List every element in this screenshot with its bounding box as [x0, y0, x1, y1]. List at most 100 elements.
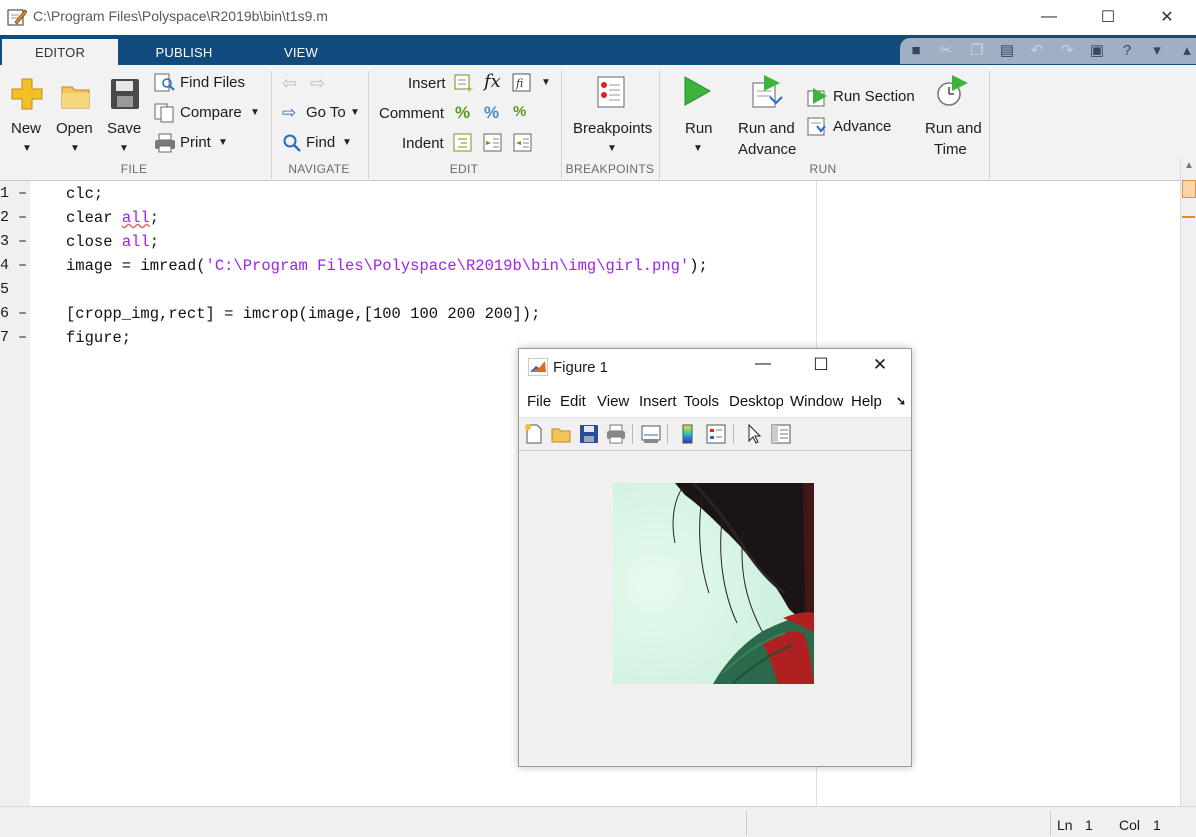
cropped-image[interactable]: [613, 483, 814, 684]
tab-publish[interactable]: PUBLISH: [135, 39, 233, 65]
menu-view[interactable]: View: [597, 393, 629, 410]
executable-line-marker[interactable]: –: [18, 233, 27, 250]
print-figure-icon[interactable]: [605, 423, 627, 445]
run-button[interactable]: Run ▼: [672, 71, 722, 154]
run-label: Run: [685, 120, 713, 137]
figure-title-bar[interactable]: Figure 1 — ☐ ✕: [519, 349, 911, 385]
print-button[interactable]: Print ▼: [154, 133, 234, 155]
insert-function-icon[interactable]: fx: [484, 71, 501, 92]
editor-app-icon: [7, 9, 27, 26]
executable-line-marker[interactable]: –: [18, 329, 27, 346]
back-arrow-icon[interactable]: ⇦: [282, 73, 302, 93]
compare-button[interactable]: Compare ▼: [154, 103, 266, 125]
tab-editor[interactable]: EDITOR: [2, 39, 118, 65]
undo-icon[interactable]: ↶: [1026, 40, 1048, 60]
menu-tools[interactable]: Tools: [684, 393, 719, 410]
maximize-button[interactable]: ☐: [1079, 0, 1137, 33]
run-and-advance-button[interactable]: Run and Advance: [732, 71, 800, 158]
save-button[interactable]: Save ▼: [104, 71, 146, 154]
comment-icon[interactable]: %: [455, 103, 470, 123]
paste-icon[interactable]: ▤: [996, 40, 1018, 60]
menu-edit[interactable]: Edit: [560, 393, 586, 410]
menu-help[interactable]: Help: [851, 393, 882, 410]
advance-button[interactable]: Advance: [807, 117, 907, 139]
menu-insert[interactable]: Insert: [639, 393, 677, 410]
code-text: clear: [66, 209, 122, 227]
run-and-advance-icon: [752, 75, 783, 108]
open-button[interactable]: Open ▼: [54, 71, 98, 154]
link-plot-icon[interactable]: [640, 423, 662, 445]
executable-line-marker[interactable]: –: [18, 257, 27, 274]
chevron-down-icon[interactable]: ▼: [541, 77, 551, 88]
menu-file[interactable]: File: [527, 393, 551, 410]
collapse-ribbon-icon[interactable]: ▴: [1176, 40, 1196, 60]
executable-line-marker[interactable]: –: [18, 305, 27, 322]
new-button[interactable]: New ▼: [6, 71, 48, 154]
go-to-button[interactable]: ⇨ Go To ▼: [282, 103, 364, 125]
copy-icon[interactable]: ❐: [966, 40, 988, 60]
figure-window[interactable]: Figure 1 — ☐ ✕ File Edit View Insert Too…: [518, 348, 912, 767]
menu-desktop[interactable]: Desktop: [729, 393, 783, 410]
chevron-down-icon: ▼: [119, 143, 129, 154]
code-analyzer-status-indicator[interactable]: [1182, 180, 1196, 198]
switch-windows-icon[interactable]: ▣: [1086, 40, 1108, 60]
redo-icon[interactable]: ↷: [1056, 40, 1078, 60]
help-icon[interactable]: ?: [1116, 40, 1138, 60]
code-text: close: [66, 233, 122, 251]
minimize-button[interactable]: —: [1020, 0, 1078, 33]
cut-icon[interactable]: ✂: [935, 40, 957, 60]
chevron-down-icon: ▼: [250, 107, 260, 118]
run-section-button[interactable]: Run Section: [807, 87, 919, 109]
column-label: Col: [1119, 817, 1141, 833]
chevron-down-icon: ▼: [218, 137, 228, 148]
code-line-6[interactable]: [cropp_img,rect] = imcrop(image,[100 100…: [66, 305, 540, 323]
options-dropdown-icon[interactable]: ▾: [1146, 40, 1168, 60]
insert-section-icon[interactable]: +: [453, 73, 473, 95]
scroll-up-icon[interactable]: ▲: [1184, 160, 1194, 171]
insert-fi-icon[interactable]: fi: [512, 73, 532, 93]
colorbar-icon[interactable]: [677, 423, 699, 445]
chevron-down-icon: ▼: [342, 137, 352, 148]
keyword-token: all: [121, 233, 150, 251]
title-bar: C:\Program Files\Polyspace\R2019b\bin\t1…: [0, 0, 1196, 35]
menu-window[interactable]: Window: [790, 393, 843, 410]
breakpoints-button[interactable]: Breakpoints ▼: [568, 71, 656, 154]
close-button[interactable]: ✕: [1138, 0, 1196, 33]
code-line-7[interactable]: figure;: [66, 329, 131, 347]
figure-menu-bar: File Edit View Insert Tools Desktop Wind…: [519, 385, 911, 417]
save-figure-icon[interactable]: [578, 423, 600, 445]
figure-maximize-button[interactable]: ☐: [809, 355, 833, 379]
run-and-time-button[interactable]: Run and Time: [922, 71, 982, 158]
code-line-3[interactable]: close all;: [66, 233, 159, 251]
code-line-4[interactable]: image = imread('C:\Program Files\Polyspa…: [66, 257, 708, 275]
save-quick-icon[interactable]: ■: [905, 40, 927, 60]
find-button[interactable]: Find ▼: [282, 133, 358, 155]
open-file-icon[interactable]: [550, 423, 572, 445]
edit-plot-cursor-icon[interactable]: [743, 423, 765, 445]
forward-arrow-icon[interactable]: ⇨: [310, 73, 330, 93]
new-figure-icon[interactable]: [523, 423, 545, 445]
executable-line-marker[interactable]: –: [18, 209, 27, 226]
increase-indent-icon[interactable]: [483, 133, 503, 153]
dock-arrow-icon[interactable]: ➘: [896, 394, 906, 408]
warning-marker[interactable]: [1182, 216, 1195, 218]
code-text: figure;: [66, 329, 132, 347]
executable-line-marker[interactable]: –: [18, 185, 27, 202]
figure-minimize-button[interactable]: —: [751, 355, 775, 379]
wrap-comments-icon[interactable]: %: [513, 103, 526, 120]
vertical-scrollbar[interactable]: ▲: [1180, 158, 1196, 808]
breakpoints-group-label: BREAKPOINTS: [565, 162, 655, 176]
decrease-indent-icon[interactable]: [513, 133, 533, 153]
uncomment-icon[interactable]: %: [484, 103, 499, 123]
smart-indent-icon[interactable]: [453, 133, 473, 153]
figure-title: Figure 1: [553, 359, 609, 376]
code-line-2[interactable]: clear all;: [66, 209, 159, 227]
file-group-label: FILE: [120, 162, 148, 176]
find-files-button[interactable]: Find Files: [154, 73, 266, 95]
legend-icon[interactable]: [705, 423, 727, 445]
code-line-1[interactable]: clc;: [66, 185, 103, 203]
run-section-icon: [807, 88, 827, 107]
figure-close-button[interactable]: ✕: [868, 355, 892, 379]
tab-view[interactable]: VIEW: [255, 39, 347, 65]
property-editor-icon[interactable]: [770, 423, 792, 445]
